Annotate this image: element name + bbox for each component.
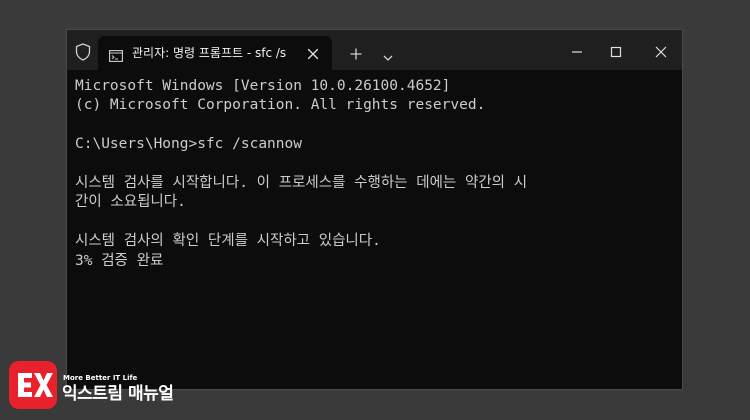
brand-name: 익스트림 매뉴얼 bbox=[62, 384, 174, 404]
console-line: 시스템 검사를 시작합니다. 이 프로세스를 수행하는 데에는 약간의 시 bbox=[75, 174, 528, 191]
console-line: 간이 소요됩니다. bbox=[75, 194, 186, 211]
terminal-icon bbox=[109, 47, 123, 62]
console-line: (c) Microsoft Corporation. All rights re… bbox=[75, 97, 486, 114]
tab-command-prompt[interactable]: 관리자: 명령 프롬프트 - sfc /s bbox=[98, 36, 332, 70]
terminal-window: 관리자: 명령 프롬프트 - sfc /s Microsoft Windows … bbox=[66, 29, 683, 390]
console-line: 시스템 검사의 확인 단계를 시작하고 있습니다. bbox=[75, 233, 381, 250]
title-bar[interactable]: 관리자: 명령 프롬프트 - sfc /s bbox=[67, 30, 682, 70]
new-tab-icon[interactable] bbox=[350, 45, 362, 60]
maximize-icon[interactable] bbox=[609, 44, 623, 58]
chevron-down-icon[interactable] bbox=[383, 47, 393, 61]
close-tab-icon[interactable] bbox=[306, 46, 320, 60]
console-output[interactable]: Microsoft Windows [Version 10.0.26100.46… bbox=[75, 77, 673, 271]
console-line: 3% 검증 완료 bbox=[75, 252, 164, 269]
shield-icon bbox=[75, 43, 91, 61]
brand-tagline: More Better IT Life bbox=[63, 374, 138, 382]
minimize-icon[interactable] bbox=[570, 44, 584, 58]
console-line: C:\Users\Hong>sfc /scannow bbox=[75, 136, 302, 153]
close-icon[interactable] bbox=[654, 44, 668, 58]
console-line: Microsoft Windows [Version 10.0.26100.46… bbox=[75, 78, 451, 94]
tab-title: 관리자: 명령 프롬프트 - sfc /s bbox=[132, 46, 287, 60]
brand-logo-icon bbox=[9, 361, 57, 409]
